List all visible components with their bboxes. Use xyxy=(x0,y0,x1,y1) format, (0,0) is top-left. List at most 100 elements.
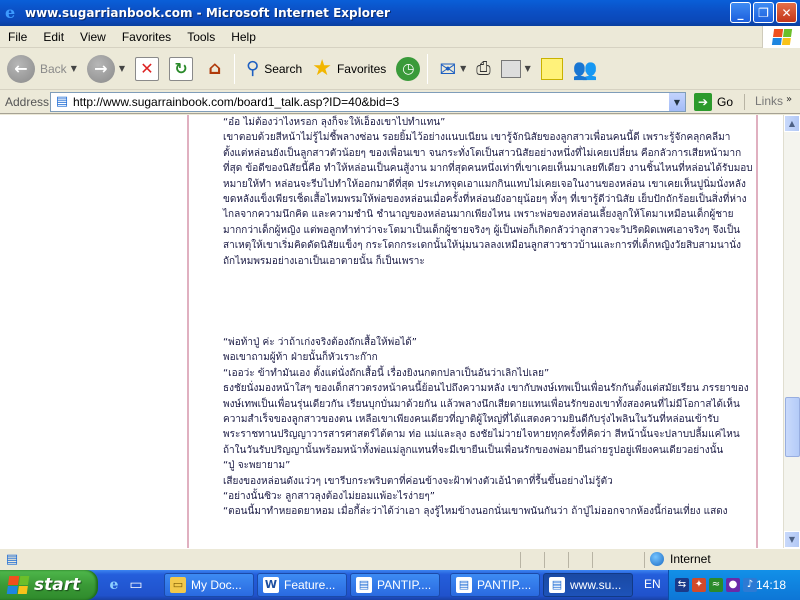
history-icon: ◷ xyxy=(396,56,421,81)
security-tray-icon[interactable]: ✦ xyxy=(692,578,706,592)
system-tray: ⇆ ✦ ≈ ● ♪ 14:18 xyxy=(668,570,800,600)
mail-button[interactable]: ✉ ▼ xyxy=(436,51,469,87)
refresh-button[interactable]: ↻ xyxy=(166,51,196,87)
story-paragraph: “ตอนนี้มาทำหยอดยาหอม เมื่อกี้ล่ะว่าได้ว่… xyxy=(223,506,728,518)
menu-bar: File Edit View Favorites Tools Help xyxy=(0,26,800,48)
sticky-note-icon xyxy=(540,57,563,80)
close-icon: ✕ xyxy=(781,5,792,20)
restore-button[interactable]: ❐ xyxy=(753,2,774,23)
forward-arrow-icon: → xyxy=(86,54,115,83)
star-icon: ★ xyxy=(312,56,332,81)
address-label: Address xyxy=(5,94,50,109)
scroll-thumb[interactable] xyxy=(785,397,800,457)
story-paragraph: “อย่างนั้นซิวะ ลูกสาวลุงต้องไม่ยอมแพ้อะไ… xyxy=(223,491,435,503)
address-dropdown-icon[interactable]: ▼ xyxy=(668,93,685,111)
forward-dropdown-icon[interactable]: ▼ xyxy=(119,64,125,73)
ie-logo-icon: e xyxy=(5,3,16,22)
go-label: Go xyxy=(717,95,734,109)
search-button[interactable]: ⚲ Search xyxy=(243,51,305,87)
close-button[interactable]: ✕ xyxy=(776,2,797,23)
minimize-icon: _ xyxy=(737,5,744,20)
address-input[interactable]: ▤ http://www.sugarrainbook.com/board1_ta… xyxy=(50,92,686,112)
home-button[interactable]: ⌂ xyxy=(200,51,230,87)
ie-window-icon: ▤ xyxy=(549,577,565,593)
task-button-my-documents[interactable]: ▭ My Doc... xyxy=(164,573,254,597)
menu-edit[interactable]: Edit xyxy=(35,30,72,44)
search-label: Search xyxy=(264,61,303,76)
favorites-button[interactable]: ★ Favorites xyxy=(309,51,389,87)
edit-button[interactable]: ▼ xyxy=(498,51,534,87)
go-arrow-icon: ➔ xyxy=(694,93,712,111)
task-button-sugarrain[interactable]: ▤ www.su... xyxy=(543,573,633,597)
standard-toolbar: ← Back ▼ → ▼ ✕ ↻ ⌂ ⚲ Search ★ Favorites … xyxy=(0,48,800,90)
back-dropdown-icon[interactable]: ▼ xyxy=(71,64,77,73)
vertical-scrollbar[interactable]: ▲ ▼ xyxy=(783,115,800,548)
content-border-right xyxy=(756,115,758,548)
status-divider xyxy=(644,552,645,568)
story-paragraph: เขาตอบด้วยสีหน้าไม่รู้ไม่ชี้พลางซ่อน รอย… xyxy=(223,132,753,267)
start-button[interactable]: start xyxy=(0,570,98,600)
status-divider xyxy=(544,552,545,568)
internet-globe-icon xyxy=(650,552,664,566)
links-toolbar[interactable]: Links xyxy=(744,94,783,110)
status-divider xyxy=(568,552,569,568)
story-paragraph: “พ่อท้าปู่ ค่ะ ว่าถ้าเก่งจริงต้องถักเสื้… xyxy=(223,337,417,348)
minimize-button[interactable]: _ xyxy=(730,2,751,23)
taskbar: start e ▭ ▭ My Doc... W Feature... ▤ PAN… xyxy=(0,570,800,600)
menu-help[interactable]: Help xyxy=(223,30,264,44)
audio-tray-icon[interactable]: ≈ xyxy=(709,578,723,592)
task-button-pantip-1[interactable]: ▤ PANTIP.... xyxy=(350,573,440,597)
task-button-feature[interactable]: W Feature... xyxy=(257,573,347,597)
content-border-left xyxy=(187,115,189,548)
task-button-pantip-2[interactable]: ▤ PANTIP.... xyxy=(450,573,540,597)
story-block-1: “อ๋อ ไม่ต้องว่าไงหรอก ลุงก็จะให้เอ็องเขา… xyxy=(223,115,753,269)
page-status-icon: ▤ xyxy=(5,551,19,567)
story-paragraph: “ปู่ จะพยายาม” xyxy=(223,460,291,472)
page-favicon-icon: ▤ xyxy=(55,94,69,109)
desktop-quicklaunch-icon[interactable]: ▭ xyxy=(128,577,144,593)
scroll-up-icon[interactable]: ▲ xyxy=(784,115,800,132)
toolbar-separator xyxy=(234,53,235,84)
print-button[interactable]: ⎙ xyxy=(473,51,493,87)
go-button[interactable]: ➔ Go xyxy=(694,93,733,111)
menu-favorites[interactable]: Favorites xyxy=(114,30,179,44)
menu-view[interactable]: View xyxy=(72,30,114,44)
window-title: www.sugarrianbook.com - Microsoft Intern… xyxy=(25,6,390,20)
back-arrow-icon: ← xyxy=(7,54,35,83)
forward-button[interactable]: → ▼ xyxy=(84,51,128,87)
back-button[interactable]: ← Back ▼ xyxy=(4,51,80,87)
messenger-button[interactable]: 👥 xyxy=(570,51,601,87)
scroll-down-icon[interactable]: ▼ xyxy=(784,531,800,548)
menu-tools[interactable]: Tools xyxy=(179,30,223,44)
stop-button[interactable]: ✕ xyxy=(132,51,162,87)
status-divider xyxy=(520,552,521,568)
volume-tray-icon[interactable]: ♪ xyxy=(743,578,757,592)
story-paragraph: “อ๋อ ไม่ต้องว่าไงหรอก ลุงก็จะให้เอ็องเขา… xyxy=(223,117,446,128)
story-paragraph: เสียงของหล่อนดังแว่วๆ เขารีบกระพริบตาที่… xyxy=(223,475,613,487)
ie-window-icon: ▤ xyxy=(356,577,372,593)
search-icon: ⚲ xyxy=(246,58,260,79)
word-icon: W xyxy=(263,577,279,593)
mail-dropdown-icon[interactable]: ▼ xyxy=(460,64,466,73)
edit-page-icon xyxy=(500,59,521,78)
folder-icon: ▭ xyxy=(170,577,186,593)
status-divider xyxy=(592,552,593,568)
window-title-bar: e www.sugarrianbook.com - Microsoft Inte… xyxy=(0,0,800,26)
mail-icon: ✉ xyxy=(439,56,457,81)
stop-icon: ✕ xyxy=(135,56,159,81)
edit-dropdown-icon[interactable]: ▼ xyxy=(525,64,531,73)
messenger-people-icon: 👥 xyxy=(572,56,598,81)
page-content: “อ๋อ ไม่ต้องว่าไงหรอก ลุงก็จะให้เอ็องเขา… xyxy=(0,115,783,548)
ie-quicklaunch-icon[interactable]: e xyxy=(106,577,122,593)
menu-file[interactable]: File xyxy=(0,30,35,44)
discuss-button[interactable] xyxy=(538,51,566,87)
network-tray-icon[interactable]: ⇆ xyxy=(675,578,689,592)
address-url[interactable]: http://www.sugarrainbook.com/board1_talk… xyxy=(73,95,399,109)
restore-icon: ❐ xyxy=(758,5,769,20)
language-indicator[interactable]: EN xyxy=(644,577,661,591)
security-zone: Internet xyxy=(650,552,711,566)
history-button[interactable]: ◷ xyxy=(393,51,423,87)
messenger-tray-icon[interactable]: ● xyxy=(726,578,740,592)
links-chevron-icon[interactable]: » xyxy=(786,94,792,105)
back-label: Back xyxy=(40,61,67,76)
